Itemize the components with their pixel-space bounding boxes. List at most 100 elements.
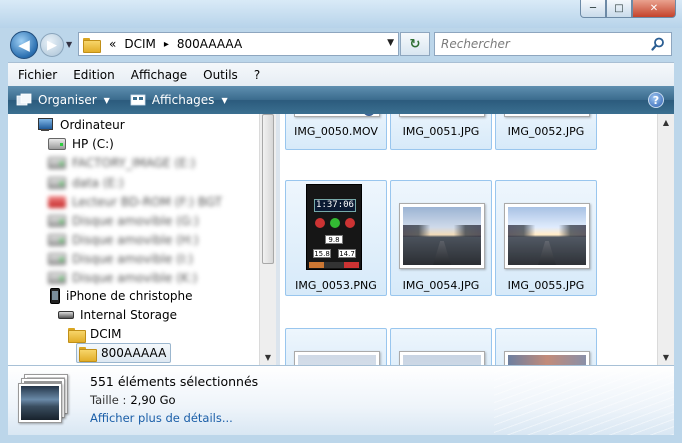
details-pane: 551 éléments sélectionnés Taille :2,90 G… <box>8 365 674 435</box>
file-item-img-0053[interactable]: 1:37:06 9.8 15.8 14.7 IMG_0053.PNG <box>285 180 387 296</box>
back-button[interactable]: ◀ <box>10 31 38 59</box>
organise-dropdown-icon: ▼ <box>103 95 110 105</box>
tree-item-computer[interactable]: Ordinateur <box>36 115 125 135</box>
scroll-up-arrow[interactable]: ▲ <box>658 114 674 130</box>
address-dropdown[interactable]: ▼ <box>387 38 394 48</box>
views-label: Affichages <box>151 93 215 107</box>
file-item-img-0055[interactable]: IMG_0055.JPG <box>495 180 597 296</box>
file-item-img-0051[interactable]: IMG_0051.JPG <box>390 114 492 150</box>
tree-item-drive-blurred[interactable]: Lecteur BD-ROM (F:) BGT <box>48 192 222 212</box>
drive-icon <box>48 272 66 284</box>
search-input[interactable] <box>441 37 641 51</box>
refresh-button[interactable]: ↻ <box>400 32 430 56</box>
app-value: 9.8 <box>325 235 343 244</box>
nav-pane-scrollbar[interactable]: ▼ <box>259 114 276 365</box>
tree-label: HP (C:) <box>72 137 114 151</box>
tree-item-drive-blurred[interactable]: Disque amovible (K:) <box>48 268 198 288</box>
views-icon <box>130 94 146 106</box>
tree-item-iphone[interactable]: iPhone de christophe <box>50 286 193 306</box>
views-button[interactable]: Affichages ▼ <box>130 93 228 107</box>
green-button-icon <box>330 218 340 228</box>
forward-button[interactable]: ▶ <box>40 33 64 57</box>
address-bar[interactable]: « DCIM ▸ 800AAAAA ▼ <box>78 32 399 56</box>
file-name: IMG_0050.MOV <box>294 125 378 138</box>
file-item[interactable] <box>495 328 597 365</box>
organise-button[interactable]: Organiser ▼ <box>16 93 110 107</box>
recent-pages-dropdown[interactable]: ▼ <box>66 40 72 49</box>
tree-label: 800AAAAA <box>101 346 167 360</box>
menu-affichage[interactable]: Affichage <box>131 68 187 82</box>
file-name: IMG_0053.PNG <box>295 279 377 292</box>
file-name: IMG_0055.JPG <box>507 279 585 292</box>
help-button[interactable]: ? <box>648 92 664 108</box>
folder-icon <box>68 327 86 343</box>
menu-edition[interactable]: Edition <box>73 68 115 82</box>
tree-label: DCIM <box>90 327 122 341</box>
tree-label: Disque amovible (K:) <box>72 271 198 285</box>
tree-item-drive-blurred[interactable]: data (E:) <box>48 173 124 193</box>
scrollbar-thumb[interactable] <box>262 114 274 264</box>
file-item[interactable] <box>390 328 492 365</box>
size-value: 2,90 Go <box>130 393 176 407</box>
hard-drive-icon <box>48 138 66 150</box>
selection-thumbnail-stack <box>18 374 70 426</box>
drive-icon <box>48 215 66 227</box>
breadcrumb-dcim[interactable]: DCIM <box>124 37 156 51</box>
image-thumbnail <box>399 351 485 365</box>
computer-icon <box>36 118 54 132</box>
breadcrumb-800aaaaa[interactable]: 800AAAAA <box>177 37 242 51</box>
tree-item-800aaaaa[interactable]: 800AAAAA <box>76 343 172 363</box>
file-list-scrollbar[interactable]: ▲ ▼ <box>657 114 674 365</box>
image-thumbnail <box>504 351 590 365</box>
decorative-swoosh <box>494 366 674 435</box>
tree-label: Disque amovible (G:) <box>72 214 199 228</box>
image-thumbnail <box>399 114 485 117</box>
menu-help[interactable]: ? <box>254 68 260 82</box>
phone-icon <box>50 288 60 304</box>
file-name: IMG_0051.JPG <box>402 125 480 138</box>
maximize-button[interactable]: □ <box>606 0 632 18</box>
selection-count: 551 éléments sélectionnés <box>90 374 259 389</box>
drive-icon <box>48 253 66 265</box>
menu-fichier[interactable]: Fichier <box>18 68 57 82</box>
organise-label: Organiser <box>38 93 97 107</box>
views-dropdown-icon: ▼ <box>221 95 228 105</box>
tree-label: Ordinateur <box>60 118 125 132</box>
scroll-down-arrow[interactable]: ▼ <box>658 349 674 365</box>
organise-icon <box>16 93 32 106</box>
stacked-thumbnail <box>18 383 62 423</box>
tree-item-dcim[interactable]: DCIM <box>68 324 122 344</box>
tree-item-hp-drive[interactable]: HP (C:) <box>48 134 114 154</box>
tree-item-drive-blurred[interactable]: Disque amovible (I:) <box>48 249 193 269</box>
file-item-img-0052[interactable]: IMG_0052.JPG <box>495 114 597 150</box>
navigation-bar: ◀ ▶ ▼ « DCIM ▸ 800AAAAA ▼ ↻ <box>0 28 682 62</box>
breadcrumb-separator[interactable]: ▸ <box>164 39 169 50</box>
image-thumbnail <box>399 203 485 269</box>
search-box[interactable] <box>434 32 672 56</box>
image-thumbnail <box>294 351 380 365</box>
disc-drive-icon <box>48 196 66 208</box>
menu-outils[interactable]: Outils <box>203 68 238 82</box>
file-item[interactable] <box>285 328 387 365</box>
tree-item-internal-storage[interactable]: Internal Storage <box>58 305 177 325</box>
tree-item-drive-blurred[interactable]: Disque amovible (H:) <box>48 230 199 250</box>
close-button[interactable]: ✕ <box>632 0 676 18</box>
file-item-img-0054[interactable]: IMG_0054.JPG <box>390 180 492 296</box>
drive-icon <box>48 157 66 169</box>
size-label: Taille : <box>90 393 127 407</box>
tree-label: iPhone de christophe <box>66 289 193 303</box>
red-button-icon <box>345 218 355 228</box>
command-bar: Organiser ▼ Affichages ▼ ? <box>8 86 674 114</box>
tree-label: Disque amovible (I:) <box>72 252 194 266</box>
show-more-details-link[interactable]: Afficher plus de détails... <box>90 411 233 425</box>
tree-label: Internal Storage <box>80 308 178 322</box>
folder-icon <box>79 346 97 362</box>
file-item-img-0050[interactable]: IMG_0050.MOV <box>285 114 387 150</box>
minimize-button[interactable]: ─ <box>580 0 606 18</box>
tree-item-drive-blurred[interactable]: Disque amovible (G:) <box>48 211 199 231</box>
search-icon[interactable] <box>651 37 665 51</box>
address-overflow-chevron[interactable]: « <box>109 37 116 51</box>
tree-label: data (E:) <box>72 176 124 190</box>
tree-item-drive-blurred[interactable]: FACTORY_IMAGE (E:) <box>48 153 195 173</box>
scroll-down-arrow[interactable]: ▼ <box>260 349 276 365</box>
